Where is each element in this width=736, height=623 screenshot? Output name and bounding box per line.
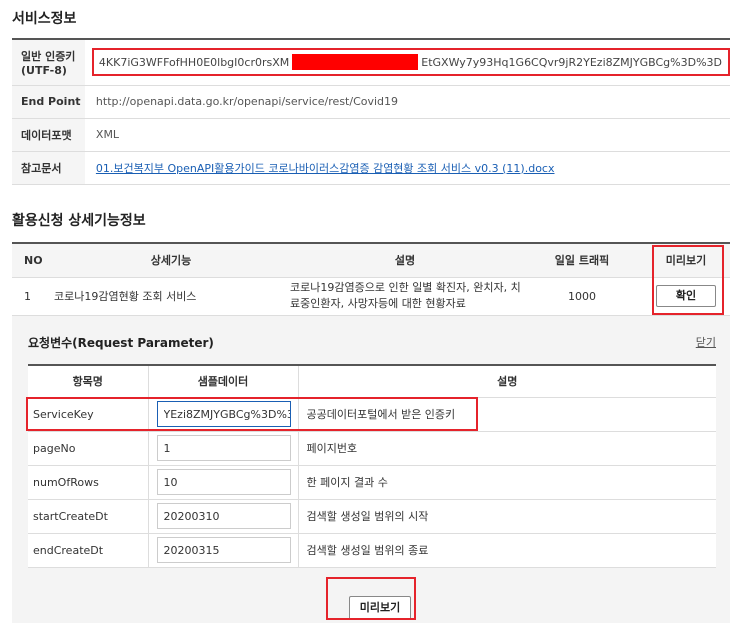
reference-doc-cell: 01.보건복지부 OpenAPI활용가이드 코로나바이러스감염증 감염현황 조회… [84, 151, 730, 185]
col-param-description: 설명 [297, 365, 716, 398]
param-name: startCreateDt [28, 498, 149, 534]
param-name: pageNo [28, 430, 149, 466]
confirm-button[interactable]: 확인 [656, 285, 716, 307]
auth-key-label-line1: 일반 인증키 [21, 49, 76, 63]
param-name: endCreateDt [28, 532, 149, 568]
table-row: numOfRows 한 페이지 결과 수 [28, 464, 716, 500]
auth-key-cell: 4KK7iG3WFFofHH0E0lbgI0cr0rsXM EtGXWy7y93… [84, 39, 730, 86]
service-info-title: 서비스정보 [12, 11, 77, 27]
row-description-line2: 료중인환자, 사망자등에 대한 현황자료 [290, 297, 466, 310]
feature-info-title: 활용신청 상세기능정보 [12, 213, 146, 229]
param-description: 한 페이지 결과 수 [297, 464, 716, 500]
auth-key-prefix: 4KK7iG3WFFofHH0E0lbgI0cr0rsXM [98, 55, 290, 69]
data-format-label: 데이터포맷 [12, 118, 85, 152]
page-no-input[interactable] [156, 435, 291, 461]
redaction-block [292, 54, 419, 71]
row-function: 코로나19감염현황 조회 서비스 [54, 277, 288, 316]
start-create-dt-input[interactable] [156, 503, 291, 529]
preview-button[interactable]: 미리보기 [349, 596, 411, 620]
service-key-input[interactable] [156, 401, 291, 427]
param-sample-cell [147, 532, 299, 568]
col-param-name: 항목명 [28, 365, 149, 398]
table-row: startCreateDt 검색할 생성일 범위의 시작 [28, 498, 716, 534]
reference-doc-link[interactable]: 01.보건복지부 OpenAPI활용가이드 코로나바이러스감염증 감염현황 조회… [96, 162, 555, 175]
col-sample-data: 샘플데이터 [147, 365, 299, 398]
param-sample-cell [147, 464, 299, 500]
param-header-row: 항목명 샘플데이터 설명 [28, 365, 716, 398]
end-create-dt-input[interactable] [156, 537, 291, 563]
param-description: 페이지번호 [297, 430, 716, 466]
param-sample-cell [147, 498, 299, 534]
table-row: ServiceKey 공공데이터포털에서 받은 인증키 [28, 396, 716, 432]
param-description: 검색할 생성일 범위의 종료 [297, 532, 716, 568]
auth-key-row: 일반 인증키 (UTF-8) 4KK7iG3WFFofHH0E0lbgI0cr0… [12, 39, 730, 86]
param-description: 공공데이터포털에서 받은 인증키 [297, 396, 716, 432]
auth-key-suffix: EtGXWy7y93Hq1G6CQvr9jR2YEzi8ZMJYGBCg%3D%… [421, 55, 722, 69]
param-name: ServiceKey [28, 396, 149, 432]
table-row: endCreateDt 검색할 생성일 범위의 종료 [28, 532, 716, 568]
num-of-rows-input[interactable] [156, 469, 291, 495]
service-info-table: 일반 인증키 (UTF-8) 4KK7iG3WFFofHH0E0lbgI0cr0… [12, 38, 730, 185]
row-description-line1: 코로나19감염증으로 인한 일별 확진자, 완치자, 치 [290, 281, 521, 294]
endpoint-row: End Point http://openapi.data.go.kr/open… [12, 85, 730, 119]
data-format-row: 데이터포맷 XML [12, 118, 730, 152]
endpoint-label: End Point [12, 85, 85, 119]
row-no: 1 [12, 277, 54, 316]
request-parameter-table: 항목명 샘플데이터 설명 ServiceKey 공공데이터포털에서 받은 인증키… [28, 364, 716, 568]
data-format-value: XML [84, 118, 730, 152]
auth-key-label: 일반 인증키 (UTF-8) [12, 39, 85, 86]
row-preview-cell: 확인 [642, 277, 730, 316]
table-row: pageNo 페이지번호 [28, 430, 716, 466]
col-traffic: 일일 트래픽 [522, 243, 642, 278]
col-function: 상세기능 [54, 243, 288, 278]
table-row: 1 코로나19감염현황 조회 서비스 코로나19감염증으로 인한 일별 확진자,… [12, 277, 730, 316]
col-preview: 미리보기 [642, 243, 730, 278]
param-sample-cell [147, 396, 299, 432]
auth-key-label-line2: (UTF-8) [21, 63, 67, 77]
row-traffic: 1000 [522, 277, 642, 316]
param-name: numOfRows [28, 464, 149, 500]
request-parameter-title: 요청변수(Request Parameter) [28, 336, 214, 350]
close-link[interactable]: 닫기 [696, 334, 716, 350]
endpoint-value: http://openapi.data.go.kr/openapi/servic… [84, 85, 730, 119]
col-description: 설명 [288, 243, 522, 278]
col-no: NO [12, 243, 54, 278]
feature-header-row: NO 상세기능 설명 일일 트래픽 미리보기 [12, 243, 730, 278]
feature-table: NO 상세기능 설명 일일 트래픽 미리보기 1 코로나19감염현황 조회 서비… [12, 242, 730, 316]
reference-doc-row: 참고문서 01.보건복지부 OpenAPI활용가이드 코로나바이러스감염증 감염… [12, 151, 730, 185]
row-description: 코로나19감염증으로 인한 일별 확진자, 완치자, 치 료중인환자, 사망자등… [288, 277, 522, 316]
param-sample-cell [147, 430, 299, 466]
reference-doc-label: 참고문서 [12, 151, 85, 185]
param-description: 검색할 생성일 범위의 시작 [297, 498, 716, 534]
request-parameter-panel: 요청변수(Request Parameter) 닫기 항목명 샘플데이터 설명 … [12, 316, 730, 623]
auth-key-highlight: 4KK7iG3WFFofHH0E0lbgI0cr0rsXM EtGXWy7y93… [91, 48, 730, 77]
